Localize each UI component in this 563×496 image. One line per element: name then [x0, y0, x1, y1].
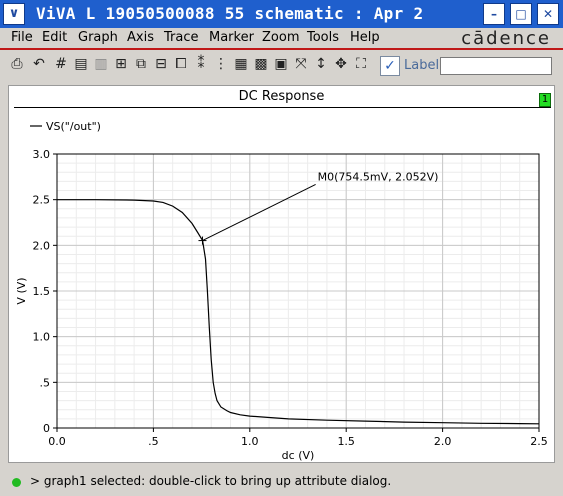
series-line-out[interactable]: [57, 199, 540, 425]
y-tick-label: 1.5: [33, 285, 51, 298]
dc-response-chart[interactable]: 0.0 .5 1.0 1.5 2.0 2.5 0 .5 1.0 1.5 2.0 2.5 3.0 dc (V…: [0, 0, 563, 470]
marker-label: M0(754.5mV, 2.052V): [318, 170, 439, 183]
x-tick-label: .5: [148, 435, 159, 448]
status-indicator-icon: [12, 478, 21, 487]
x-tick-label: 1.0: [241, 435, 259, 448]
status-message: > graph1 selected: double-click to bring…: [30, 474, 392, 488]
x-axis-label: dc (V): [282, 449, 315, 462]
y-tick-label: 1.0: [33, 331, 51, 344]
y-tick-label: 0: [43, 422, 50, 435]
y-tick-label: 2.0: [33, 239, 51, 252]
y-axis-label: V (V): [15, 277, 28, 304]
x-tick-label: 2.5: [530, 435, 548, 448]
x-tick-label: 2.0: [434, 435, 452, 448]
y-tick-label: 2.5: [33, 194, 51, 207]
marker-leader-line: [202, 184, 316, 242]
y-tick-label: 3.0: [33, 148, 51, 161]
legend-label: VS("/out"): [46, 120, 101, 133]
y-tick-label: .5: [40, 376, 51, 389]
x-tick-label: 0.0: [48, 435, 66, 448]
x-tick-label: 1.5: [337, 435, 355, 448]
